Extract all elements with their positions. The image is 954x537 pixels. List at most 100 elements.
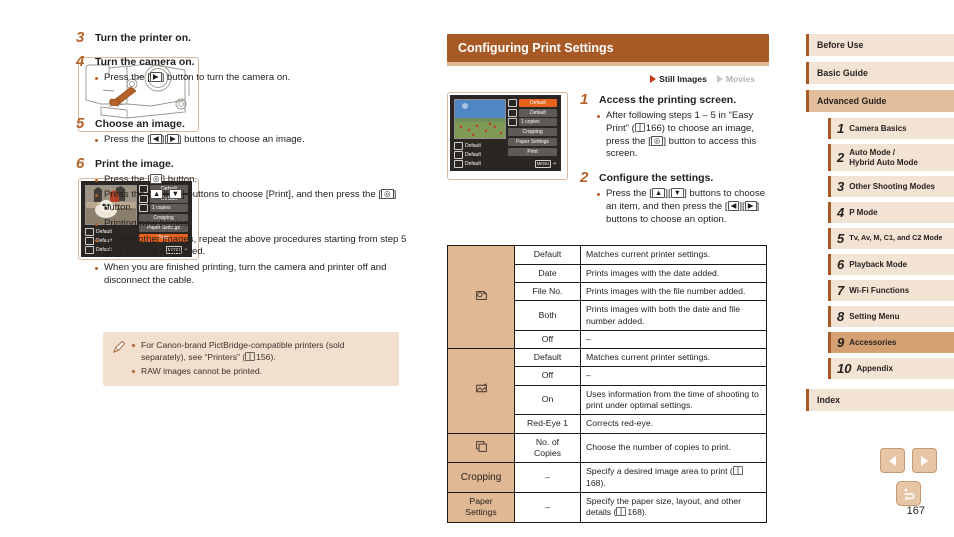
sidebar-item-appendix[interactable]: 10 Appendix [828,358,954,380]
chapter-number: 6 [837,257,845,273]
page-reference-icon [732,466,743,476]
table-option: Off [514,329,581,350]
table-option: File No. [514,281,581,302]
step-bullets: Press the [▶] button to turn the camera … [95,72,411,85]
table-option: No. of Copies [514,432,581,464]
step-number: 4 [76,53,85,70]
right-button-icon: ▶ [744,200,757,211]
note-item: For Canon-brand PictBridge-compatible pr… [132,339,391,363]
table-description: Matches current printer settings. [580,348,767,368]
sidebar-navigation: Before Use Basic Guide Advanced Guide 1 … [806,34,954,417]
table-option: On [514,384,581,416]
layout-icon [454,150,463,159]
step-bullets: Press the [▲][▼] buttons to choose an it… [597,188,777,226]
bullet-item: Press the [◎] button. [95,173,411,187]
chapter-label: Auto Mode / Hybrid Auto Mode [849,148,918,167]
func-set-button-icon: ◎ [381,189,394,200]
step-title: Choose an image. [95,117,185,130]
step-6: 6 Print the image. Press the [◎] button.… [76,156,411,288]
sidebar-item-advanced-guide[interactable]: Advanced Guide [806,90,954,112]
chapter-number: 8 [837,309,845,325]
media-tag-still-images: Still Images [650,74,707,84]
lcd-setting-row: Default [508,99,557,107]
pencil-icon [111,339,126,379]
note-box: For Canon-brand PictBridge-compatible pr… [103,332,399,387]
lcd-setting-row: 1 copies [508,118,557,126]
table-row: Cropping – Specify a desired image area … [447,462,767,493]
up-button-icon: ▲ [651,188,666,198]
lcd-right-settings: Default Default 1 copies Cropping Paper … [508,99,557,158]
chapter-number: 4 [837,205,845,221]
table-option: Date [514,263,581,283]
chapter-number: 10 [837,361,852,377]
page-reference-icon [245,352,256,362]
lcd-button-print: Print [508,147,557,156]
date-stamp-icon [447,245,515,350]
down-button-icon: ▼ [670,188,685,198]
sidebar-item-accessories[interactable]: 9 Accessories [828,332,954,354]
chapter-number: 2 [837,150,845,166]
image-optimize-icon [447,348,515,434]
sidebar-item-other-shooting-modes[interactable]: 3 Other Shooting Modes [828,176,954,198]
print-settings-table: Default Matches current printer settings… [447,245,767,523]
sidebar-item-basic-guide[interactable]: Basic Guide [806,62,954,84]
step-2: 2 Configure the settings. Press the [▲][… [580,170,777,226]
playback-button-icon: ▶ [149,72,162,82]
step-bullets: Press the [◀][▶] buttons to choose an im… [95,133,411,147]
sidebar-item-p-mode[interactable]: 4 P Mode [828,202,954,224]
sidebar-item-before-use[interactable]: Before Use [806,34,954,56]
sidebar-item-camera-basics[interactable]: 1 Camera Basics [828,118,954,139]
left-arrow-icon [889,455,896,466]
return-home-button[interactable] [896,481,921,506]
bullet-item: Press the [▲][▼] buttons to choose [Prin… [95,189,411,215]
table-label-paper-settings: Paper Settings [447,491,515,523]
chapter-label: P Mode [849,207,878,217]
table-description: – [580,329,767,350]
lcd-left-item: Default [454,141,506,150]
step-title: Turn the printer on. [95,32,192,44]
paper-icon [454,141,463,150]
image-optimize-icon [508,108,517,117]
triangle-marker-icon [716,75,723,83]
next-page-button[interactable] [912,448,937,473]
lcd-left-item: Default [454,150,506,159]
previous-page-button[interactable] [880,448,905,473]
back-arrow-icon: ↵ [553,161,557,166]
sidebar-item-auto-mode[interactable]: 2 Auto Mode / Hybrid Auto Mode [828,144,954,172]
lcd-left-item: Default [454,159,506,168]
bullet-item: After following steps 1 – 5 in “Easy Pri… [597,110,777,161]
sidebar-item-setting-menu[interactable]: 8 Setting Menu [828,306,954,328]
return-home-icon [904,488,914,501]
chapter-number: 7 [837,283,845,299]
sidebar-item-tv-av-m-mode[interactable]: 5 Tv, Av, M, C1, and C2 Mode [828,228,954,250]
triangle-marker-icon [650,75,657,83]
table-row: Default Matches current printer settings… [447,348,767,434]
pager-controls [880,448,937,506]
step-title: Print the image. [95,157,174,170]
bullet-item: Press the [▶] button to turn the camera … [95,72,411,85]
borders-icon [454,159,463,168]
func-set-button-icon: ◎ [149,173,163,184]
table-option: – [514,462,581,493]
table-description: Prints images with the date added. [580,263,767,283]
table-option: Off [514,366,581,386]
chapter-label: Wi-Fi Functions [849,285,910,295]
sidebar-item-playback-mode[interactable]: 6 Playback Mode [828,254,954,276]
sidebar-item-wifi-functions[interactable]: 7 Wi-Fi Functions [828,280,954,302]
bullet-item: Press the [▲][▼] buttons to choose an it… [597,188,777,226]
up-button-icon: ▲ [149,189,164,200]
left-button-icon: ◀ [149,133,162,144]
media-tags: Still Images Movies [447,74,777,84]
step-1: 1 Access the printing screen. After foll… [580,92,777,161]
bullet-item: Printing now begins. [95,218,411,231]
lcd-screen: Default Default Default Default Default … [450,95,561,171]
table-description: Uses information from the time of shooti… [580,384,767,416]
sidebar-item-index[interactable]: Index [806,389,954,412]
step-title: Configure the settings. [599,172,714,184]
table-description: – [580,366,767,386]
step-number: 6 [76,154,85,172]
table-description: Choose the number of copies to print. [580,432,767,464]
table-row: Paper Settings – Specify the paper size,… [447,491,767,523]
table-option: Default [514,245,581,265]
page-reference-icon [634,122,645,132]
